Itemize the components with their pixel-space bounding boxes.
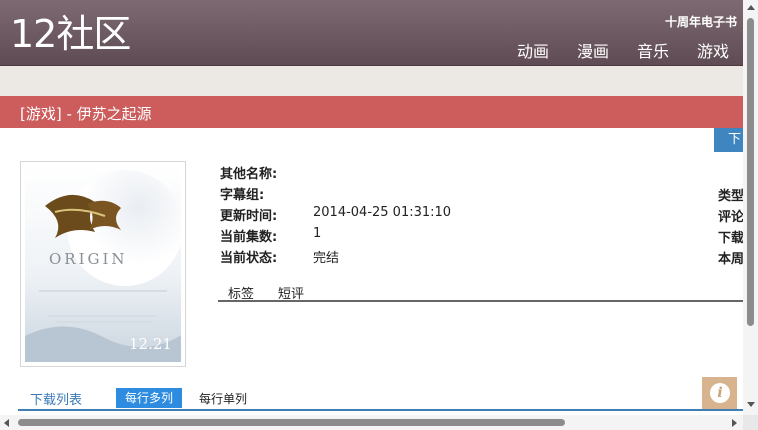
nav-item-manga[interactable]: 漫画 <box>577 38 609 62</box>
scrollbar-corner <box>743 415 758 430</box>
info-row-updated: 更新时间: 2014-04-25 01:31:10 <box>220 205 451 226</box>
info-row-subgroup: 字幕组: <box>220 184 451 205</box>
download-button[interactable]: 下 <box>714 128 743 152</box>
detail-tabs: 标签 短评 <box>218 280 743 302</box>
tab-reviews[interactable]: 短评 <box>278 283 304 302</box>
ebook-link[interactable]: 十周年电子书 <box>665 13 737 30</box>
info-row-alt-name: 其他名称: <box>220 163 451 184</box>
vertical-scroll-thumb[interactable] <box>747 18 754 326</box>
cover-art: ORIGIN 12.21 <box>25 166 181 362</box>
cover-date: 12.21 <box>129 335 172 353</box>
single-column-toggle[interactable]: 每行单列 <box>199 390 247 407</box>
info-label-type: 类型 <box>718 189 745 204</box>
scroll-up-icon[interactable] <box>747 5 755 10</box>
info-label: 字幕组: <box>220 188 265 203</box>
info-right-column: 类型 评论 下载 本周 <box>718 185 744 269</box>
vertical-scrollbar[interactable] <box>743 0 758 415</box>
info-value: 完结 <box>313 251 340 266</box>
info-value: 2014-04-25 01:31:10 <box>313 205 452 220</box>
info-label: 当前集数: <box>220 230 278 245</box>
main-nav: 动画 漫画 音乐 游戏 <box>517 38 729 62</box>
download-list-title[interactable]: 下载列表 <box>30 389 82 408</box>
scroll-left-icon[interactable] <box>4 419 9 427</box>
header-band <box>0 66 743 96</box>
site-logo[interactable]: 12社区 <box>10 12 131 56</box>
info-value: 1 <box>313 226 322 241</box>
cover-subtitle: ORIGIN <box>49 250 128 268</box>
scroll-right-icon[interactable] <box>732 419 737 427</box>
info-panel: 其他名称: 字幕组: 更新时间: 2014-04-25 01:31:10 当前集… <box>220 163 451 268</box>
tab-tags[interactable]: 标签 <box>228 283 254 302</box>
download-list-bar: 下载列表 每行多列 每行单列 <box>18 387 743 411</box>
info-row-episodes: 当前集数: 1 <box>220 226 451 247</box>
cover-image: ORIGIN 12.21 <box>20 161 186 367</box>
horizontal-scroll-thumb[interactable] <box>18 419 565 426</box>
info-label: 更新时间: <box>220 209 278 224</box>
info-label-downloads: 下载 <box>718 231 745 246</box>
nav-item-music[interactable]: 音乐 <box>637 38 669 62</box>
info-label: 当前状态: <box>220 251 278 266</box>
info-button[interactable]: i <box>702 377 737 409</box>
title-bar: [游戏] - 伊苏之起源 <box>0 96 743 128</box>
horizontal-scrollbar[interactable] <box>0 415 743 430</box>
info-row-status: 当前状态: 完结 <box>220 247 451 268</box>
nav-item-anime[interactable]: 动画 <box>517 38 549 62</box>
multi-column-toggle[interactable]: 每行多列 <box>116 388 183 408</box>
info-label: 其他名称: <box>220 167 278 182</box>
info-label-comments: 评论 <box>718 210 745 225</box>
site-header: 12社区 十周年电子书 动画 漫画 音乐 游戏 <box>0 0 743 66</box>
info-label-weekly: 本周 <box>718 252 745 267</box>
scroll-down-icon[interactable] <box>747 402 755 407</box>
nav-item-games[interactable]: 游戏 <box>697 38 729 62</box>
page-title: [游戏] - 伊苏之起源 <box>20 105 152 123</box>
info-icon: i <box>710 383 730 403</box>
